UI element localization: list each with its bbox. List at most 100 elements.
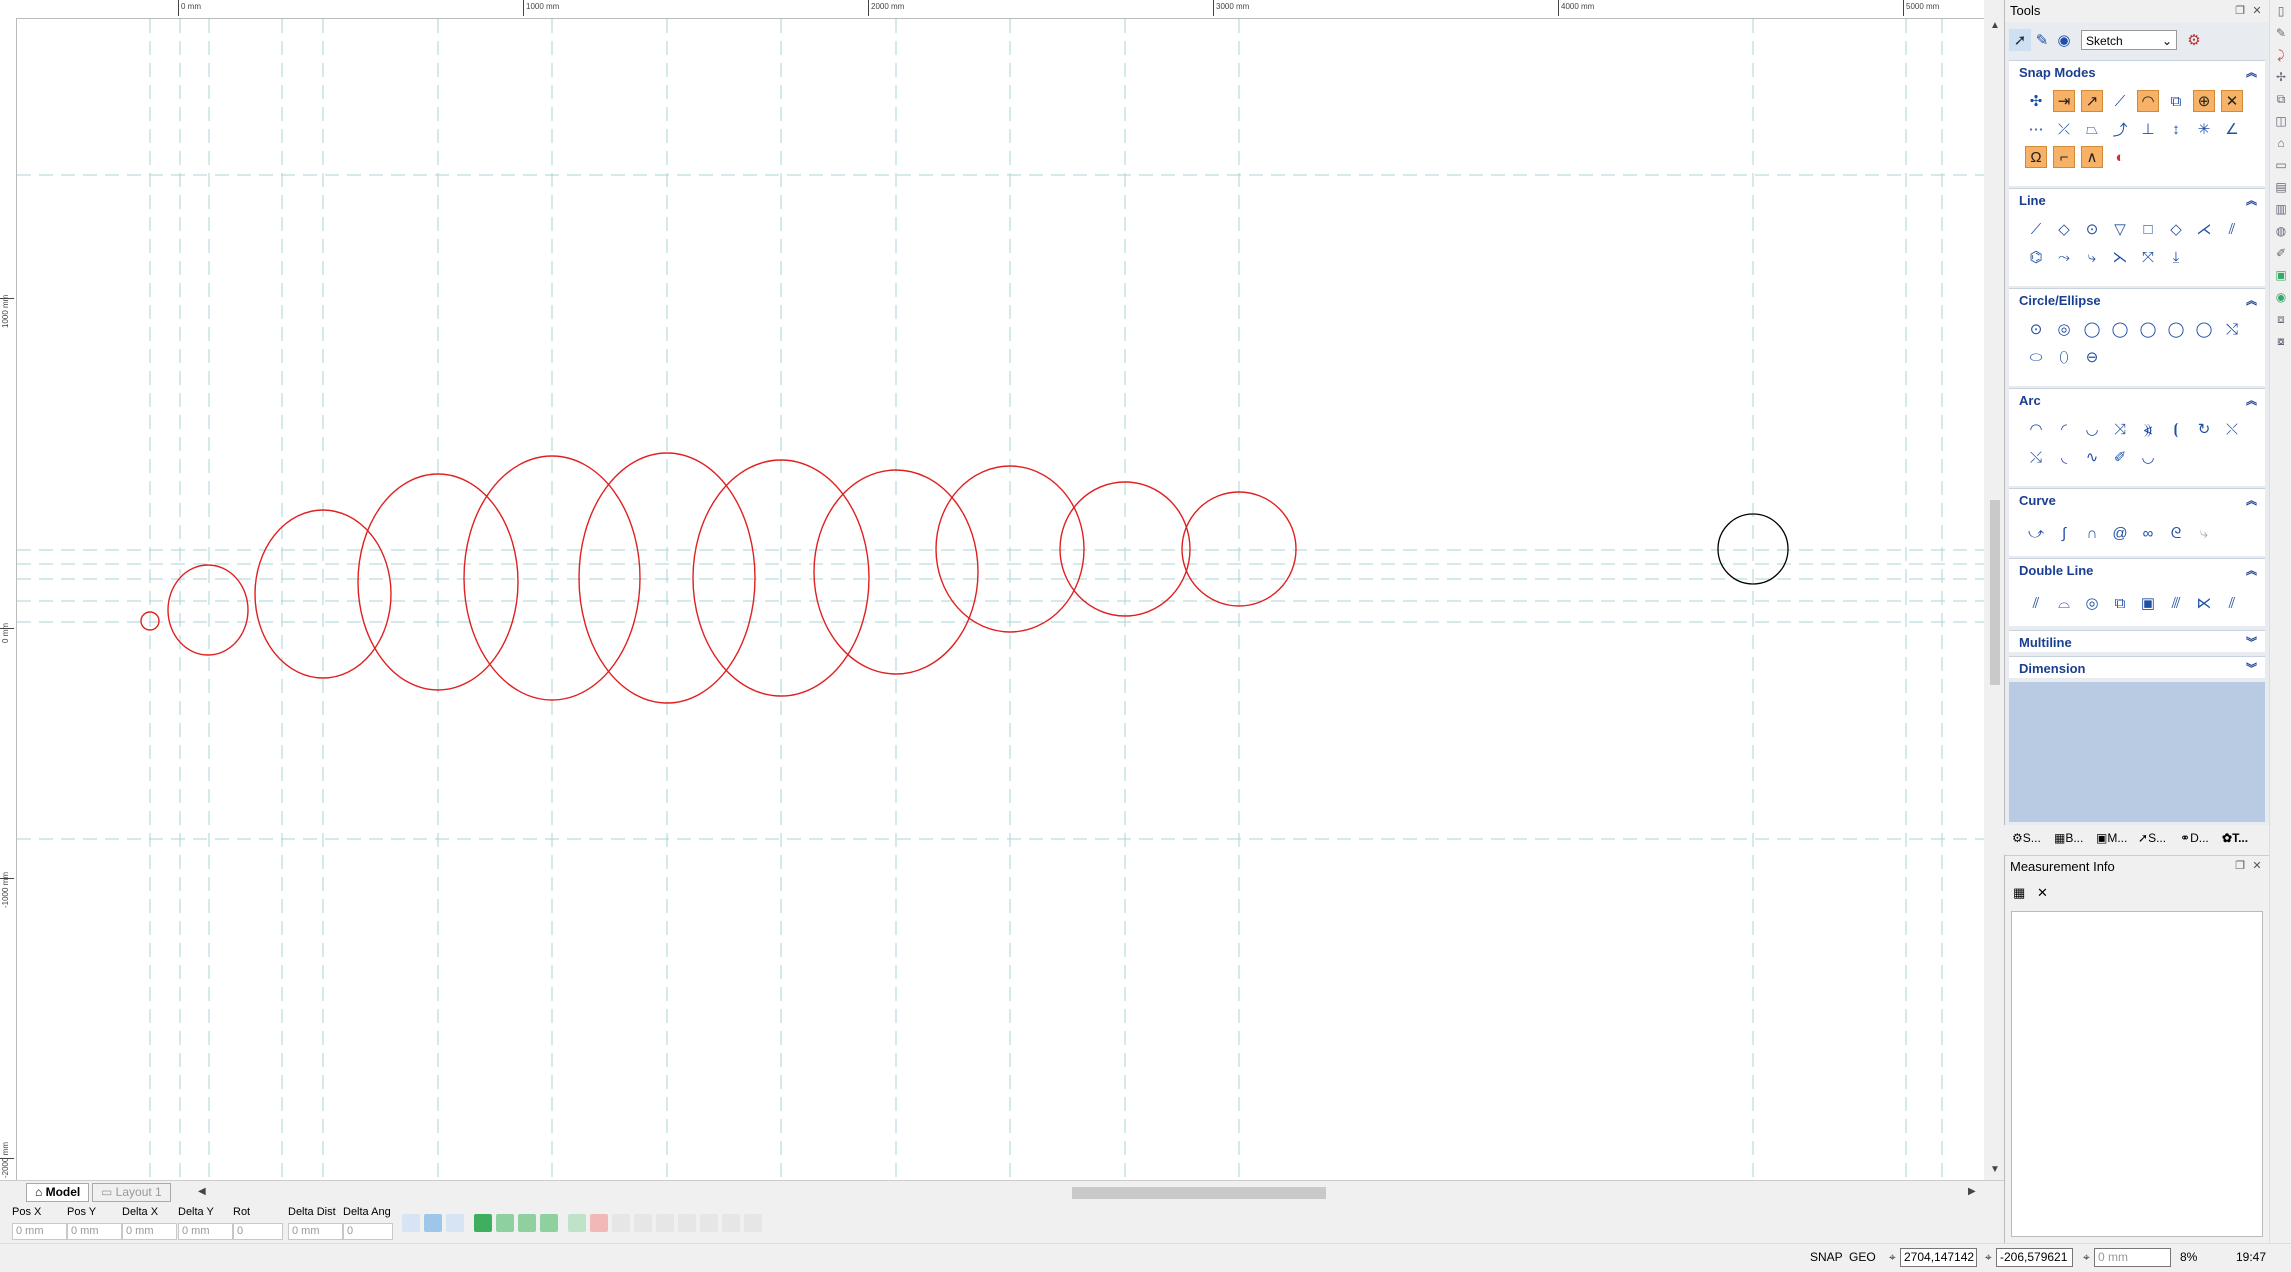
- circle-concentric-icon[interactable]: ◎: [2053, 318, 2075, 340]
- arc-tangent-icon[interactable]: ◡: [2081, 418, 2103, 440]
- toolbar-icon[interactable]: ▤: [2273, 180, 2289, 196]
- section-line[interactable]: Line ︽: [2009, 188, 2265, 210]
- settings-icon[interactable]: ⚙: [2183, 29, 2205, 51]
- snap-intersection-icon[interactable]: ✕: [2221, 90, 2243, 112]
- dline-parallel-icon[interactable]: ⫽: [2221, 592, 2243, 614]
- collapse-icon[interactable]: ︽: [2246, 562, 2257, 578]
- red-ovals[interactable]: [140, 452, 1297, 704]
- globe-icon[interactable]: ◉: [2053, 29, 2075, 51]
- dock-tab-draw[interactable]: ⚭D...: [2180, 831, 2209, 845]
- line-perp-icon[interactable]: ⤷: [2081, 246, 2103, 268]
- measurement-output[interactable]: [2011, 911, 2263, 1237]
- circle-tan3-icon[interactable]: ◯: [2193, 318, 2215, 340]
- scroll-left-icon[interactable]: ◀: [198, 1186, 206, 1197]
- block-insert-icon[interactable]: [612, 1214, 630, 1232]
- draw-tool-icon[interactable]: ✎: [2031, 29, 2053, 51]
- line-orth-icon[interactable]: ⤓: [2165, 246, 2187, 268]
- section-arc[interactable]: Arc ︽: [2009, 388, 2265, 410]
- layer-edit-icon[interactable]: [518, 1214, 536, 1232]
- line-parallel-icon[interactable]: ⫽: [2221, 218, 2243, 240]
- snap-orthogonal-icon[interactable]: ∧: [2081, 146, 2103, 168]
- rectangle-icon[interactable]: □: [2137, 218, 2159, 240]
- toolbar-icon[interactable]: ⧈: [2273, 312, 2289, 328]
- delta-y-field[interactable]: 0 mm: [178, 1223, 233, 1240]
- drawing-svg[interactable]: [17, 19, 1984, 1180]
- horizontal-scroll-thumb[interactable]: [1072, 1187, 1326, 1199]
- arc-angle-icon[interactable]: ⦖: [2137, 418, 2159, 440]
- arc-wave-icon[interactable]: ∿: [2081, 446, 2103, 468]
- select-tool-icon[interactable]: ➚: [2009, 29, 2031, 51]
- section-snap-modes[interactable]: Snap Modes ︽: [2009, 60, 2265, 82]
- block-lock-icon[interactable]: [722, 1214, 740, 1232]
- toolbar-icon[interactable]: ⌂: [2273, 136, 2289, 152]
- arc-reverse-icon[interactable]: ↻: [2193, 418, 2215, 440]
- y-coordinate-field[interactable]: -206,579621: [1996, 1248, 2073, 1267]
- collapse-icon[interactable]: ︽: [2246, 492, 2257, 508]
- arc-bulge-icon[interactable]: ◟: [2053, 446, 2075, 468]
- snap-free-icon[interactable]: ✣: [2025, 90, 2047, 112]
- toolbar-icon[interactable]: ◫: [2273, 114, 2289, 130]
- spline-points-icon[interactable]: ∫: [2053, 522, 2075, 544]
- snap-endpoint-icon[interactable]: ↗: [2081, 90, 2103, 112]
- snap-tangent-icon[interactable]: ⤫: [2053, 118, 2075, 140]
- collapse-icon[interactable]: ︽: [2246, 292, 2257, 308]
- float-icon[interactable]: ❐: [2233, 859, 2247, 873]
- arc-length-icon[interactable]: ⤬: [2221, 418, 2243, 440]
- spiral-icon[interactable]: @: [2109, 522, 2131, 544]
- pos-y-field[interactable]: 0 mm: [67, 1223, 122, 1240]
- dline-icon[interactable]: ⫽: [2025, 592, 2047, 614]
- snap-angle-icon[interactable]: ∠: [2221, 118, 2243, 140]
- delta-dist-field[interactable]: 0 mm: [288, 1223, 343, 1240]
- circle-radius-icon[interactable]: ⤭: [2221, 318, 2243, 340]
- snap-status[interactable]: SNAP: [1810, 1250, 1843, 1264]
- snap-star-icon[interactable]: ✳: [2193, 118, 2215, 140]
- line-circle-icon[interactable]: ⊙: [2081, 218, 2103, 240]
- line-triangle-icon[interactable]: ▽: [2109, 218, 2131, 240]
- dline-arc-icon[interactable]: ⌓: [2053, 592, 2075, 614]
- snap-middle-icon[interactable]: ⧉: [2165, 90, 2187, 112]
- collapse-icon[interactable]: ︽: [2246, 192, 2257, 208]
- snap-horizontal-icon[interactable]: Ω: [2025, 146, 2047, 168]
- snap-ortho-icon[interactable]: ⊥: [2137, 118, 2159, 140]
- circle-2p-icon[interactable]: ◯: [2081, 318, 2103, 340]
- curve-loop-icon[interactable]: ∞: [2137, 522, 2159, 544]
- section-circle-ellipse[interactable]: Circle/Ellipse ︽: [2009, 288, 2265, 310]
- layer-add-icon[interactable]: [496, 1214, 514, 1232]
- dline-circle-icon[interactable]: ◎: [2081, 592, 2103, 614]
- spline-icon[interactable]: ⤻: [2025, 522, 2047, 544]
- tab-layout1[interactable]: ▭ Layout 1: [92, 1183, 171, 1202]
- arc-radius-icon[interactable]: ⦗: [2165, 418, 2187, 440]
- ortho-icon[interactable]: [402, 1214, 420, 1232]
- dline-rect-icon[interactable]: ▣: [2137, 592, 2159, 614]
- block-icon[interactable]: [568, 1214, 586, 1232]
- dock-tab-block[interactable]: ▦B...: [2054, 831, 2083, 845]
- toolbar-icon[interactable]: ◉: [2273, 290, 2289, 306]
- dline-poly-icon[interactable]: ⧉: [2109, 592, 2131, 614]
- snap-center-icon[interactable]: ◠: [2137, 90, 2159, 112]
- horizontal-scrollbar[interactable]: ◀ ▶: [196, 1181, 1986, 1203]
- arc-3p-icon[interactable]: ◜: [2053, 418, 2075, 440]
- circle-center-icon[interactable]: ⊙: [2025, 318, 2047, 340]
- toolbar-icon[interactable]: ✎: [2273, 26, 2289, 42]
- scroll-up-icon[interactable]: ▲: [1990, 20, 2000, 31]
- line-tangent-icon[interactable]: ⤳: [2053, 246, 2075, 268]
- ellipse-inscribed-icon[interactable]: ⊖: [2081, 346, 2103, 368]
- arc-half-icon[interactable]: ◡: [2137, 446, 2159, 468]
- drawing-canvas[interactable]: [17, 19, 1984, 1180]
- toolbar-icon[interactable]: ▥: [2273, 202, 2289, 218]
- curve-closed-icon[interactable]: ᘓ: [2165, 522, 2187, 544]
- line-relangle-icon[interactable]: ⋋: [2109, 246, 2131, 268]
- block-rename-icon[interactable]: [700, 1214, 718, 1232]
- toolbar-icon[interactable]: ✐: [2273, 246, 2289, 262]
- toolbar-icon[interactable]: ▣: [2273, 268, 2289, 284]
- line-angle-icon[interactable]: ◇: [2053, 218, 2075, 240]
- block-save-icon[interactable]: [634, 1214, 652, 1232]
- layer-icon[interactable]: [474, 1214, 492, 1232]
- dline-free-icon[interactable]: ⫻: [2165, 592, 2187, 614]
- close-icon[interactable]: ✕: [2250, 859, 2264, 873]
- polyline-icon[interactable]: ⌬: [2025, 246, 2047, 268]
- pos-x-field[interactable]: 0 mm: [12, 1223, 67, 1240]
- snap-onentity-icon[interactable]: ⟋: [2109, 90, 2131, 112]
- delta-ang-field[interactable]: 0: [343, 1223, 393, 1240]
- circle-3p-icon[interactable]: ◯: [2109, 318, 2131, 340]
